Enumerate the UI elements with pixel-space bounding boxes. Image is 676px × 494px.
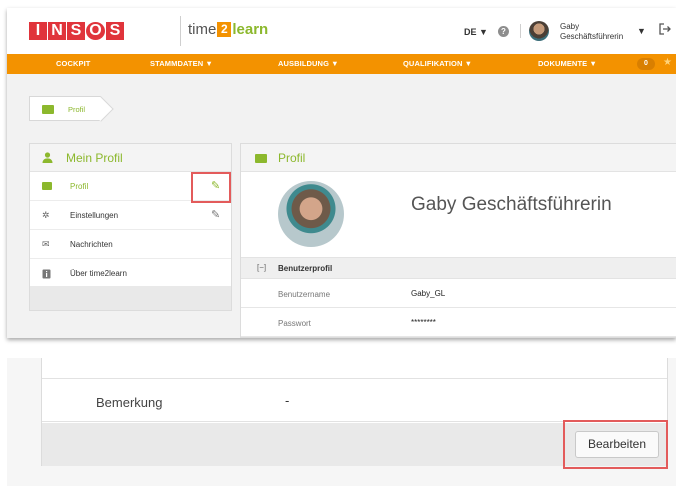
sidebar-item-nachrichten[interactable]: ✉ Nachrichten xyxy=(30,230,231,259)
nav-item-stammdaten[interactable]: STAMMDATEN ▼ xyxy=(150,59,213,68)
nav-item-ausbildung[interactable]: AUSBILDUNG ▼ xyxy=(278,59,339,68)
insos-logo[interactable]: I N S O S xyxy=(29,22,124,40)
profile-name: Gaby Geschäftsführerin xyxy=(411,194,612,215)
field-row: Benutzername Gaby_GL xyxy=(241,280,676,308)
top-screenshot: I N S O S time 2 learn DE ▼ ? Gaby Geschäf… xyxy=(7,8,676,338)
field-label: Benutzername xyxy=(278,290,331,299)
field-label: Bemerkung xyxy=(96,395,163,410)
sidebar-item-label: Einstellungen xyxy=(70,211,119,220)
sidebar-title: Mein Profil xyxy=(66,151,123,165)
chevron-down-icon[interactable]: ▼ xyxy=(637,26,646,36)
envelope-icon: ✉ xyxy=(42,239,50,249)
sidebar-item-label: Nachrichten xyxy=(70,240,113,249)
id-card-icon xyxy=(255,154,267,163)
logo-letter: O xyxy=(86,22,105,40)
language-selector[interactable]: DE ▼ xyxy=(464,27,488,37)
id-card-icon xyxy=(42,182,52,190)
field-value: ******** xyxy=(411,318,436,327)
field-row: Bemerkung - xyxy=(42,380,667,422)
sidebar-item-label: Über time2learn xyxy=(70,269,127,278)
breadcrumb[interactable]: Profil xyxy=(29,96,101,121)
pencil-icon[interactable]: ✎ xyxy=(211,208,220,221)
sidebar-header: Mein Profil xyxy=(30,144,231,172)
field-row: Passwort ******** xyxy=(241,309,676,337)
time2learn-brand[interactable]: time 2 learn xyxy=(188,21,268,38)
field-value: - xyxy=(285,393,290,408)
brand-part: 2 xyxy=(217,22,232,37)
person-icon xyxy=(42,152,53,166)
profile-photo xyxy=(278,181,344,247)
brand-part: learn xyxy=(232,21,269,38)
logout-icon[interactable] xyxy=(659,23,671,38)
logo-letter: I xyxy=(29,22,47,40)
field-label: Passwort xyxy=(278,319,311,328)
avatar[interactable] xyxy=(529,21,549,41)
panel-title: Profil xyxy=(278,151,306,165)
nav-item-dokumente[interactable]: DOKUMENTE ▼ xyxy=(538,59,597,68)
sidebar-item-ueber[interactable]: Über time2learn xyxy=(30,259,231,288)
panel-header: Profil xyxy=(241,144,676,172)
profile-sidebar: Mein Profil Profil ✎ ✲ Einstellungen ✎ ✉… xyxy=(29,143,232,311)
field-row xyxy=(42,358,667,379)
field-value: Gaby_GL xyxy=(411,289,446,298)
header-divider xyxy=(180,16,181,46)
user-role: Geschäftsführerin xyxy=(560,32,624,41)
sidebar-item-label: Profil xyxy=(70,182,89,191)
breadcrumb-item[interactable]: Profil xyxy=(68,105,85,114)
sidebar-item-einstellungen[interactable]: ✲ Einstellungen ✎ xyxy=(30,201,231,230)
sidebar-footer xyxy=(30,286,231,310)
brand-part: time xyxy=(188,21,217,38)
help-icon[interactable]: ? xyxy=(498,26,509,37)
highlight-box xyxy=(191,172,231,203)
logo-letter: S xyxy=(67,22,85,40)
profile-panel: Profil Gaby Geschäftsführerin [−] Benutz… xyxy=(240,143,676,338)
nav-item-qualifikation[interactable]: QUALIFIKATION ▼ xyxy=(403,59,472,68)
collapse-toggle[interactable]: [−] xyxy=(257,263,266,272)
nav-item-cockpit[interactable]: COCKPIT xyxy=(56,59,90,68)
star-icon[interactable]: ★ xyxy=(663,57,672,68)
highlight-box xyxy=(563,420,668,469)
id-card-icon xyxy=(42,105,54,114)
info-icon xyxy=(42,269,52,279)
section-title: Benutzerprofil xyxy=(278,264,333,273)
header-divider xyxy=(520,24,521,38)
user-menu[interactable]: Gaby Geschäftsführerin xyxy=(560,22,623,42)
logo-letter: N xyxy=(48,22,66,40)
notification-badge[interactable]: 0 xyxy=(637,58,655,70)
user-first-name: Gaby xyxy=(560,22,580,31)
app-header: I N S O S time 2 learn DE ▼ ? Gaby Geschäf… xyxy=(7,8,676,54)
gear-icon: ✲ xyxy=(42,210,50,220)
main-nav: COCKPIT STAMMDATEN ▼ AUSBILDUNG ▼ QUALIF… xyxy=(7,54,676,74)
section-header[interactable]: [−] Benutzerprofil xyxy=(241,257,676,279)
logo-letter: S xyxy=(106,22,124,40)
